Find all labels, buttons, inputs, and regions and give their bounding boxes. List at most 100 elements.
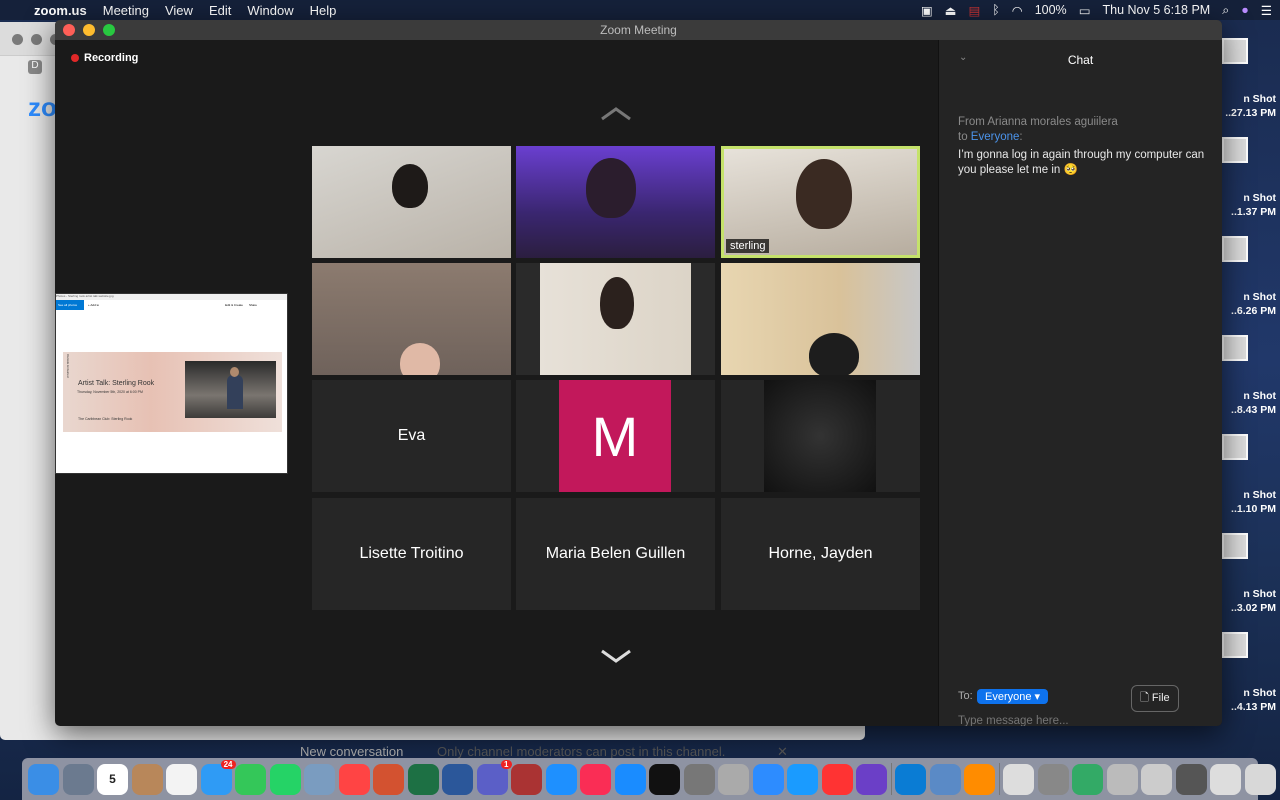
- participant-tile[interactable]: [312, 146, 511, 258]
- participant-tile[interactable]: Lisette Troitino: [312, 498, 511, 610]
- desktop-screenshot-file[interactable]: n Shot ..3.02 PM: [1222, 533, 1280, 632]
- menu-app-name[interactable]: zoom.us: [26, 3, 95, 18]
- spotlight-icon[interactable]: ⌕: [1222, 3, 1229, 18]
- powerpoint-icon[interactable]: [373, 763, 404, 795]
- launchpad-icon[interactable]: [62, 763, 94, 795]
- desktop-screenshot-file[interactable]: n Shot ..1.37 PM: [1222, 137, 1280, 236]
- preview-photos-icon[interactable]: [929, 763, 961, 795]
- system-preferences-icon[interactable]: [683, 763, 715, 795]
- menu-edit[interactable]: Edit: [201, 3, 239, 18]
- clock[interactable]: Thu Nov 5 6:18 PM: [1103, 3, 1211, 17]
- participant-tile[interactable]: [721, 380, 920, 492]
- recipient-dropdown[interactable]: Everyone ▾: [977, 689, 1049, 704]
- facetime-icon[interactable]: [235, 763, 266, 795]
- notification-badge: 24: [220, 759, 236, 769]
- participant-tile[interactable]: sterling: [721, 146, 920, 258]
- calendar-icon[interactable]: 5: [97, 763, 128, 795]
- desktop-screenshot-file[interactable]: n Shot ..6.26 PM: [1222, 236, 1280, 335]
- news-icon[interactable]: [821, 763, 853, 795]
- messages-icon[interactable]: 24: [200, 759, 236, 795]
- maximize-window-button[interactable]: [103, 24, 115, 36]
- collapse-chat-icon[interactable]: ⌄: [959, 52, 967, 63]
- menu-meeting[interactable]: Meeting: [95, 3, 157, 18]
- zoom-meeting-window: Zoom Meeting Recording Photos - Sterling…: [55, 20, 1222, 726]
- participant-name-label: sterling: [726, 239, 770, 253]
- apple-tv-icon[interactable]: [649, 763, 680, 795]
- photo-stack-icon[interactable]: [1072, 763, 1103, 795]
- participant-tile[interactable]: [721, 263, 920, 375]
- battery-percent[interactable]: 100%: [1035, 3, 1067, 17]
- tab-favicon[interactable]: D: [28, 60, 42, 74]
- mail-icon[interactable]: [338, 763, 370, 795]
- whatsapp-icon[interactable]: [269, 763, 301, 795]
- teams-icon[interactable]: 1: [476, 759, 512, 795]
- desktop-screenshot-file[interactable]: n Shot ..1.10 PM: [1222, 434, 1280, 533]
- file-thumbnail: [1222, 236, 1248, 262]
- preview-icon[interactable]: [304, 763, 335, 795]
- new-conversation-button[interactable]: New conversation: [300, 744, 403, 759]
- battery-icon[interactable]: ▭: [1079, 3, 1091, 18]
- trash-icon[interactable]: [1244, 763, 1276, 795]
- app-store-icon[interactable]: [614, 763, 646, 795]
- file-name: n Shot: [1243, 489, 1276, 501]
- desktop-screenshot-file[interactable]: n Shot ..27.13 PM: [1222, 38, 1280, 137]
- flag-icon[interactable]: ▤: [968, 3, 980, 18]
- photos-icon[interactable]: [166, 763, 197, 795]
- chat-message-input[interactable]: [958, 715, 1208, 726]
- menu-view[interactable]: View: [157, 3, 201, 18]
- zoom-icon[interactable]: [752, 763, 784, 795]
- finder-icon[interactable]: [28, 763, 59, 795]
- shared-screen-thumbnail[interactable]: Photos - Sterling rook artist talk websi…: [55, 293, 288, 474]
- minimize-window-button[interactable]: [83, 24, 95, 36]
- word-icon[interactable]: [442, 763, 473, 795]
- window-title: Zoom Meeting: [600, 23, 677, 37]
- participant-tile[interactable]: Horne, Jayden: [721, 498, 920, 610]
- banner-vertical-text: Outside Entwined: [66, 354, 70, 378]
- participant-tile[interactable]: Eva: [312, 380, 511, 492]
- participant-tile[interactable]: [516, 146, 715, 258]
- doc-stack-icon[interactable]: [1003, 763, 1034, 795]
- menu-help[interactable]: Help: [302, 3, 345, 18]
- edge-icon[interactable]: [895, 763, 926, 795]
- books-icon[interactable]: [964, 763, 995, 795]
- music-icon[interactable]: [580, 763, 611, 795]
- chevron-down-icon[interactable]: [600, 646, 632, 666]
- file-button[interactable]: 🗋 File: [1131, 685, 1179, 712]
- screenshot-stack-icon[interactable]: [1210, 763, 1241, 795]
- file-name: n Shot: [1243, 93, 1276, 105]
- wifi-icon[interactable]: ◠: [1012, 3, 1023, 18]
- imovie-icon[interactable]: [856, 763, 887, 795]
- notification-center-icon[interactable]: ☰: [1261, 3, 1272, 18]
- desktop-screenshot-file[interactable]: n Shot ..4.13 PM: [1222, 632, 1280, 731]
- dock-separator: [890, 763, 892, 795]
- desktop-screenshot-file[interactable]: n Shot ..8.43 PM: [1222, 335, 1280, 434]
- calculator-icon[interactable]: [718, 763, 749, 795]
- excel-icon[interactable]: [407, 763, 439, 795]
- bluetooth-icon[interactable]: ᛒ: [992, 3, 1000, 17]
- safari-icon[interactable]: [545, 763, 577, 795]
- calc-stack-icon[interactable]: [1037, 763, 1069, 795]
- share-button: Share: [248, 303, 257, 307]
- chevron-up-icon[interactable]: [600, 104, 632, 124]
- contacts-icon[interactable]: [131, 763, 163, 795]
- chat-to-prefix: to: [958, 131, 971, 143]
- window-stack-icon[interactable]: [1106, 763, 1138, 795]
- video-player-icon[interactable]: [787, 763, 818, 795]
- participant-tile[interactable]: M: [516, 380, 715, 492]
- participant-name: Lisette Troitino: [359, 545, 464, 562]
- window-stack-2-icon[interactable]: [1141, 763, 1172, 795]
- zoom-status-icon[interactable]: ▣: [921, 3, 933, 18]
- participant-tile[interactable]: [516, 263, 715, 375]
- close-window-button[interactable]: [63, 24, 75, 36]
- artist-talk-banner: Outside Entwined Artist Talk: Sterling R…: [63, 352, 282, 432]
- file-thumbnail: [1222, 434, 1248, 460]
- participant-tile[interactable]: [312, 263, 511, 375]
- recording-indicator[interactable]: Recording: [71, 52, 138, 64]
- siri-icon[interactable]: ●: [1241, 3, 1249, 17]
- window-stack-3-icon[interactable]: [1175, 763, 1207, 795]
- menu-window[interactable]: Window: [239, 3, 301, 18]
- participant-tile[interactable]: Maria Belen Guillen: [516, 498, 715, 610]
- participant-video: [600, 277, 634, 329]
- dictionary-icon[interactable]: [511, 763, 542, 795]
- airplay-icon[interactable]: ⏏: [945, 3, 957, 18]
